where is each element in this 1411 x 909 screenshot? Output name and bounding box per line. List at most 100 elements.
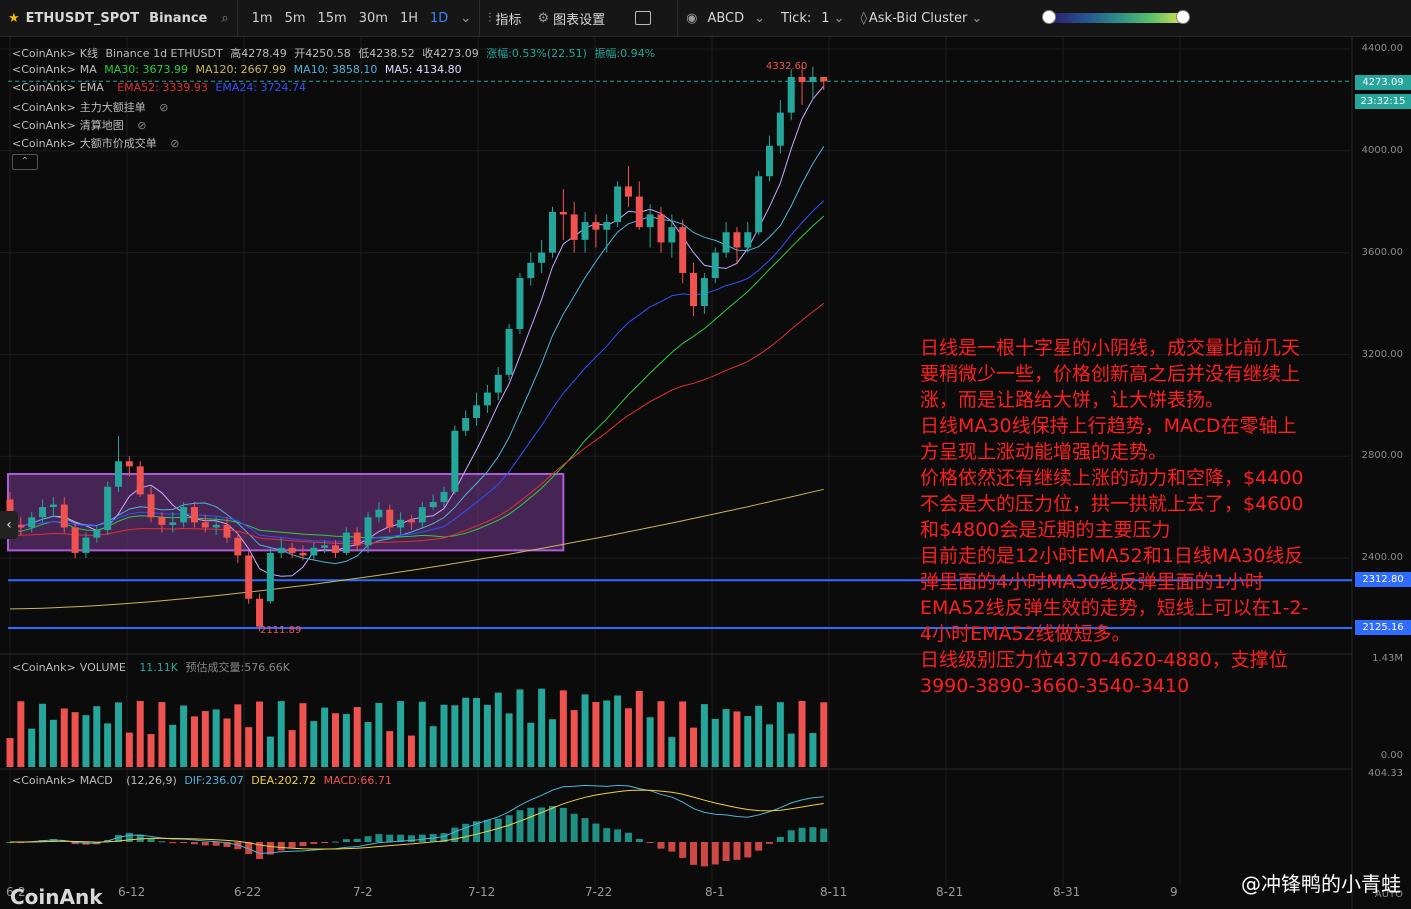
date-tick: 7-12	[468, 885, 496, 899]
cluster-icon: ◊	[860, 10, 867, 26]
volume-value: 11.11K	[139, 661, 179, 674]
legend-name: VOLUME	[79, 661, 126, 674]
candle-body	[386, 509, 394, 528]
legend-large-orders[interactable]: <CoinAnk> 主力大额挂单 ⊘	[12, 99, 172, 115]
volume-bar	[277, 701, 285, 767]
candle-body	[483, 392, 491, 406]
legend-name: EMA	[79, 81, 104, 94]
timeframe-1d[interactable]: 1D	[424, 11, 454, 26]
candle-body	[635, 196, 643, 228]
chevron-left-icon[interactable]: ‹	[0, 511, 18, 539]
candle-body	[104, 486, 112, 531]
macd-histogram-bar	[776, 836, 784, 842]
note-paragraph: 价格依然还有继续上涨的动力和空降，$4400不会是大的压力位，拱一拱就上去了，$…	[920, 467, 1304, 541]
volume-bar	[581, 694, 589, 767]
eye-off-icon[interactable]: ⊘	[137, 119, 146, 132]
date-tick: 8-31	[1053, 885, 1081, 899]
date-tick: 8-11	[820, 885, 848, 899]
candle-body	[169, 522, 177, 525]
chart-area[interactable]: <CoinAnk> K线 Binance 1d ETHUSDT 高4278.49 …	[0, 37, 1411, 909]
legend-large-trades[interactable]: <CoinAnk> 大额市价成交单 ⊘	[12, 135, 183, 151]
volume-bar	[364, 722, 372, 767]
candle-body	[332, 545, 339, 553]
candle-body	[93, 530, 101, 538]
macd-histogram-bar	[332, 841, 339, 843]
candle-body	[614, 186, 622, 223]
search-icon[interactable]: ⌕	[221, 11, 228, 26]
candle-body	[700, 278, 708, 307]
candle-body	[462, 418, 470, 431]
macd-histogram-bar	[559, 807, 567, 842]
volume-bar	[299, 703, 307, 767]
timeframe-5m[interactable]: 5m	[279, 11, 312, 26]
abcd-label: ABCD	[707, 10, 745, 26]
collapse-legend-button[interactable]: ⌃	[12, 154, 38, 170]
heat-range-slider[interactable]	[1038, 0, 1194, 36]
date-tick: 7-2	[353, 885, 373, 899]
cluster-selector[interactable]: ◊ Ask-Bid Cluster ⌄	[852, 0, 990, 36]
abcd-selector[interactable]: ◉ ABCD ⌄	[678, 0, 773, 36]
candle-body	[570, 214, 578, 240]
price-tick: 4000.00	[1361, 145, 1403, 156]
volume-bar	[256, 701, 264, 767]
timeframe-1m[interactable]: 1m	[246, 11, 279, 26]
legend-name: 主力大额挂单	[79, 101, 146, 114]
timeframe-1h[interactable]: 1H	[394, 11, 424, 26]
star-icon[interactable]: ★	[8, 11, 20, 26]
slider-knob-left[interactable]	[1042, 10, 1057, 24]
price-tick: 2400.00	[1361, 552, 1403, 563]
volume-bar	[668, 737, 676, 767]
volume-bar	[125, 732, 133, 767]
volume-bar	[440, 704, 448, 767]
cluster-label: Ask-Bid Cluster	[868, 10, 968, 26]
candle-body	[39, 507, 47, 518]
volume-bar	[429, 726, 437, 767]
eye-off-icon[interactable]: ⊘	[159, 101, 168, 114]
candle-body	[559, 211, 567, 215]
legend-liquidation-map[interactable]: <CoinAnk> 清算地图 ⊘	[12, 117, 150, 133]
volume-bar	[451, 705, 459, 767]
candle-body	[657, 214, 665, 243]
candle-body	[245, 555, 253, 599]
volume-bar	[245, 727, 253, 767]
chevron-down-icon[interactable]: ⌄	[460, 11, 471, 26]
slider-knob-right[interactable]	[1176, 10, 1191, 24]
macd-histogram-bar	[494, 818, 502, 842]
symbol-selector[interactable]: ★ ETHUSDT_SPOT Binance ⌕	[0, 0, 237, 36]
macd-histogram-bar	[614, 829, 622, 842]
candle-body	[407, 519, 415, 523]
chart-settings-button[interactable]: ⚙ 图表设置	[529, 0, 613, 36]
candle-body	[592, 222, 600, 230]
candle-body	[798, 76, 806, 83]
tick-selector[interactable]: Tick: 1 ⌄	[773, 0, 852, 36]
legend-info: Binance 1d ETHUSDT	[105, 47, 223, 60]
volume-bar	[711, 718, 719, 767]
volume-bar	[93, 706, 101, 767]
chevron-down-icon: ⌄	[971, 10, 983, 26]
last-price-label: 4273.09	[1355, 75, 1411, 90]
legend-name: MA	[79, 63, 97, 76]
macd-histogram-bar	[592, 823, 600, 842]
macd-histogram-bar	[679, 842, 687, 858]
legend-ema52: EMA52: 3339.93	[117, 81, 208, 94]
fullscreen-button[interactable]	[613, 0, 659, 36]
candle-body	[49, 504, 57, 508]
volume-bar	[657, 701, 665, 767]
candle-body	[668, 227, 676, 243]
low-marker: 2111.89	[260, 625, 302, 636]
timeframe-30m[interactable]: 30m	[353, 11, 394, 26]
candle-body	[766, 145, 773, 177]
gear-icon: ⚙	[537, 10, 550, 26]
timeframe-15m[interactable]: 15m	[312, 11, 353, 26]
eye-icon: ◉	[686, 10, 698, 26]
price-tick: 4400.00	[1361, 43, 1403, 54]
candle-body	[299, 552, 307, 556]
legend-src: <CoinAnk>	[12, 774, 76, 787]
macd-histogram-bar	[624, 832, 632, 842]
eye-off-icon[interactable]: ⊘	[170, 137, 179, 150]
macd-histogram-bar	[516, 810, 524, 842]
macd-histogram-bar	[527, 807, 535, 842]
indicators-button[interactable]: ⫶ 指标	[480, 0, 529, 36]
volume-bar	[60, 708, 68, 767]
date-tick: 8-21	[936, 885, 964, 899]
